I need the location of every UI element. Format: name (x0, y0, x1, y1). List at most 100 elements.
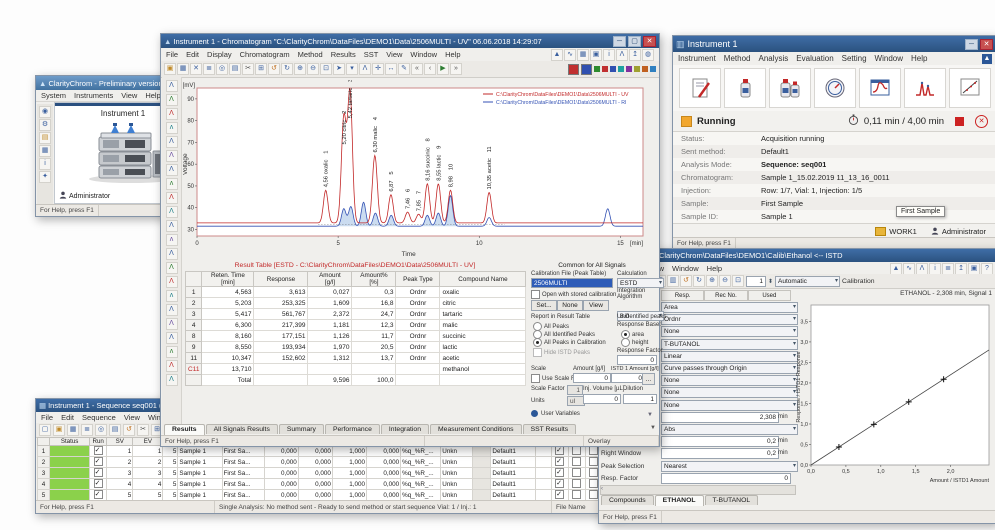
close-button[interactable]: ✕ (980, 39, 993, 50)
undo-icon[interactable]: ↺ (268, 63, 280, 75)
istd-more-button[interactable]: ... (642, 373, 655, 385)
paste-icon[interactable]: ▥ (667, 275, 679, 287)
zoom-in-icon[interactable]: ⊕ (294, 63, 306, 75)
signal-color-swatch-8[interactable] (650, 66, 656, 72)
menu-item-help[interactable]: Help (707, 264, 722, 273)
compound-setting-8[interactable]: None (661, 387, 798, 398)
table-row[interactable]: 1110,347152,6021,31213,7Ordnracetic (186, 353, 526, 364)
menu-item-window[interactable]: Window (672, 264, 699, 273)
processing-tool-icon-16[interactable]: ʌ (166, 290, 178, 302)
peaks-icon[interactable]: Λ (616, 49, 628, 61)
signal-color-swatch-3[interactable] (610, 66, 616, 72)
processing-tool-icon-11[interactable]: Λ (166, 220, 178, 232)
user-item[interactable]: Administrator (931, 227, 986, 237)
compound-setting-7[interactable]: None (661, 375, 798, 386)
tab-overflow-button[interactable]: ▼ (650, 425, 656, 431)
move-icon[interactable]: ✛ (372, 63, 384, 75)
menu-item-window[interactable]: Window (410, 50, 437, 59)
menu-item-help[interactable]: Help (445, 50, 460, 59)
processing-tool-icon-3[interactable]: Λ (166, 108, 178, 120)
pen-icon[interactable]: ✎ (398, 63, 410, 75)
zoom-all-icon[interactable]: ⊡ (732, 275, 744, 287)
column-header[interactable]: Amount%[%] (352, 272, 396, 287)
device-monitoring-button[interactable] (814, 68, 856, 108)
calibration-button[interactable] (949, 68, 991, 108)
settings-icon[interactable]: ⚙ (39, 119, 51, 131)
user-variables-button[interactable]: User Variables (531, 410, 580, 417)
processing-tool-icon-7[interactable]: Λ (166, 164, 178, 176)
minimize-button[interactable]: ─ (965, 39, 978, 50)
menu-item-help[interactable]: Help (145, 91, 160, 100)
table-row[interactable]: 98,550193,9341,97020,5Ordnrlactic (186, 342, 526, 353)
sequence-row[interactable]: 2225Sample 1First Sa...0,0000,0001,0000,… (38, 457, 620, 468)
calib-grid-header-recno[interactable]: Rec No. (704, 290, 747, 301)
tools-icon[interactable]: ✦ (39, 171, 51, 183)
redo-icon[interactable]: ↻ (281, 63, 293, 75)
tab-sst-results[interactable]: SST Results (523, 424, 577, 434)
compound-tab-t-butanol[interactable]: T-BUTANOL (705, 495, 759, 505)
menu-item-instrument[interactable]: Instrument (678, 54, 716, 63)
cut-icon[interactable]: ✂ (137, 424, 149, 436)
play-icon[interactable]: ▶ (437, 63, 449, 75)
hide-istd-checkbox[interactable]: Hide ISTD Peaks (533, 348, 590, 357)
column-header[interactable]: Peak Type (396, 272, 440, 287)
table-row[interactable]: 35,417561,7672,37224,7Ordnrtartaric (186, 309, 526, 320)
calculation-select[interactable]: ESTD (617, 278, 664, 288)
print-icon[interactable]: ▤ (229, 63, 241, 75)
compound-setting-9[interactable]: None (661, 400, 798, 411)
column-header[interactable]: Amount[g/l] (308, 272, 352, 287)
amount-input[interactable]: 0 (573, 373, 611, 383)
menu-item-help[interactable]: Help (911, 54, 927, 63)
menu-item-file[interactable]: File (41, 413, 53, 422)
titlebar[interactable]: ▥ Instrument 1 ─ ✕ (673, 36, 995, 52)
titlebar[interactable]: ▲ Instrument 1 - Chromatogram "C:\Clarit… (161, 34, 659, 48)
undo-icon[interactable]: ↺ (123, 424, 135, 436)
menu-item-setting[interactable]: Setting (842, 54, 867, 63)
compound-setting-12[interactable]: 0,2 (661, 436, 779, 447)
chromatogram-small-icon[interactable]: ∿ (564, 49, 576, 61)
calib-grid-header-used[interactable]: Used (748, 290, 791, 301)
seq-column-header[interactable]: SV (107, 438, 133, 446)
result-table-grid[interactable]: Reten. Time[min]ResponseAmount[g/l]Amoun… (185, 271, 526, 386)
table-row[interactable]: 14,5633,6130,0270,3Ordnroxalic (186, 287, 526, 298)
zoom-in-icon[interactable]: ⊕ (706, 275, 718, 287)
height-radio[interactable]: height (621, 338, 648, 347)
calib-grid-header-resp[interactable]: Resp. (661, 290, 704, 301)
none-button[interactable]: None (557, 300, 583, 311)
compound-number-spinner[interactable]: 1 (746, 276, 766, 287)
response-factor-input[interactable]: 0 (617, 355, 657, 365)
active-signal-uv-swatch[interactable] (568, 64, 579, 75)
signal-color-swatch-7[interactable] (642, 66, 648, 72)
workgroup-item[interactable]: WORK1 (875, 227, 917, 236)
result-table[interactable]: Reten. Time[min]ResponseAmount[g/l]Amoun… (185, 271, 527, 386)
panel-scroll-arrow[interactable]: ▼ (647, 412, 653, 418)
sequence-row[interactable]: 1115Sample 1First Sa...0,0000,0001,0000,… (38, 446, 620, 457)
clarity-icon[interactable]: ▲ (551, 49, 563, 61)
istd-amount-input[interactable]: 0 (611, 373, 645, 383)
calibration-curve-plot[interactable]: 0,00,51,01,52,02,53,03,50,00,51,01,52,0A… (795, 301, 993, 493)
compound-setting-6[interactable]: Curve passes through Origin (661, 363, 798, 374)
menu-item-evaluation[interactable]: Evaluation (796, 54, 833, 63)
compound-tab-ethanol[interactable]: ETHANOL (655, 495, 704, 506)
open-icon[interactable]: ▣ (164, 63, 176, 75)
tab-summary[interactable]: Summary (279, 424, 324, 434)
tab-all-signals-results[interactable]: All Signals Results (206, 424, 278, 434)
dilution-input[interactable]: 1 (623, 394, 657, 404)
menu-item-edit[interactable]: Edit (186, 50, 199, 59)
processing-tool-icon-14[interactable]: Λ (166, 262, 178, 274)
signal-color-swatch-4[interactable] (618, 66, 624, 72)
preview-icon[interactable]: ◎ (216, 63, 228, 75)
seq-column-header[interactable]: Status (50, 438, 90, 446)
compound-setting-1[interactable]: Area (661, 302, 798, 313)
globe-icon[interactable]: ◍ (642, 49, 654, 61)
stop-button[interactable] (955, 117, 964, 126)
copy-icon[interactable]: ⊞ (255, 63, 267, 75)
menu-item-window[interactable]: Window (875, 54, 903, 63)
calibration-mode-select[interactable]: Automatic (775, 276, 840, 287)
compound-setting-5[interactable]: Linear (661, 351, 798, 362)
compound-setting-10[interactable]: 2,308 (661, 412, 779, 423)
compound-setting-13[interactable]: 0,2 (661, 448, 779, 459)
processing-tool-icon-10[interactable]: Λ (166, 206, 178, 218)
menu-item-view[interactable]: View (386, 50, 402, 59)
tab-results[interactable]: Results (164, 424, 205, 435)
